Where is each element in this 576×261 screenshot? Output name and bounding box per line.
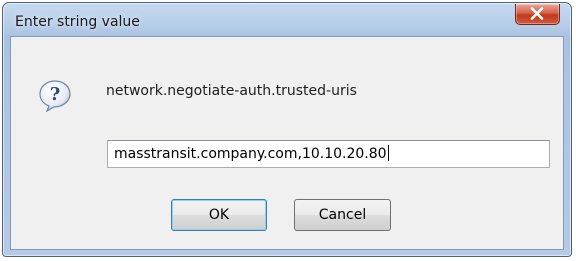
prompt-label: network.negotiate-auth.trusted-uris <box>106 83 357 99</box>
close-button[interactable] <box>515 4 560 25</box>
question-icon: ? <box>38 79 72 113</box>
input-value-text: masstransit.company.com,10.10.20.80 <box>114 146 387 162</box>
string-value-input[interactable]: masstransit.company.com,10.10.20.80 <box>107 140 550 168</box>
cancel-button[interactable]: Cancel <box>294 199 391 231</box>
window-title: Enter string value <box>15 14 140 30</box>
ok-button[interactable]: OK <box>171 199 267 231</box>
svg-text:?: ? <box>50 84 61 105</box>
dialog-window: Enter string value ? network.negotiate-a… <box>2 2 572 257</box>
text-caret <box>387 145 389 161</box>
title-bar[interactable]: Enter string value <box>3 3 571 37</box>
close-x-icon <box>530 7 544 20</box>
dialog-body: ? network.negotiate-auth.trusted-uris ma… <box>10 36 564 250</box>
